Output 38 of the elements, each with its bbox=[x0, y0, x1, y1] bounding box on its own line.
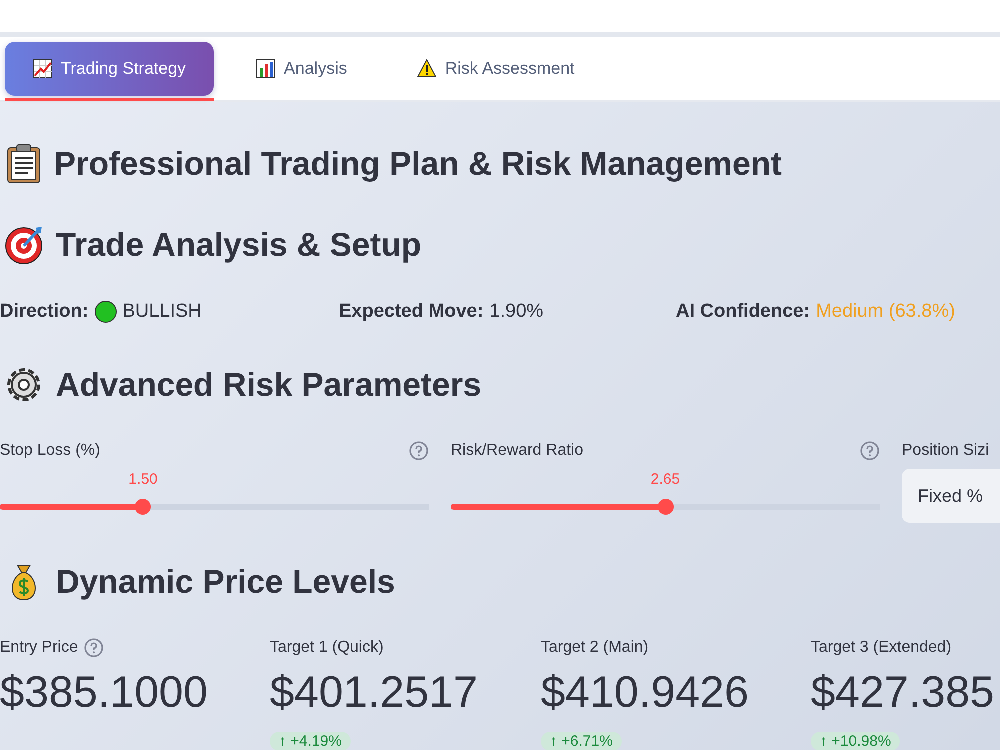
section-heading: Advanced Risk Parameters bbox=[56, 366, 482, 404]
select-field[interactable]: Fixed % bbox=[902, 469, 1000, 523]
price-label: Target 2 (Main) bbox=[541, 639, 649, 657]
change-badge: ↑ +4.19% bbox=[270, 732, 351, 750]
slider-value: 1.50 bbox=[128, 471, 158, 488]
metric-label: AI Confidence: bbox=[676, 301, 810, 323]
slider-thumb[interactable] bbox=[658, 499, 674, 515]
metric-label: Direction: bbox=[0, 301, 89, 323]
page-title: Professional Trading Plan & Risk Management bbox=[54, 145, 782, 183]
bar-chart-icon bbox=[256, 58, 276, 78]
tab[interactable]: Risk Assessment bbox=[389, 42, 603, 96]
chart-icon bbox=[33, 58, 53, 78]
change-badge: ↑ +10.98% bbox=[811, 732, 900, 750]
metric-value: Medium (63.8%) bbox=[816, 301, 956, 323]
change-badge: ↑ +6.71% bbox=[541, 732, 622, 750]
tab[interactable]: Analysis bbox=[228, 42, 376, 96]
help-icon[interactable] bbox=[84, 638, 104, 658]
metric-value: BULLISH bbox=[122, 301, 202, 323]
section-heading: Dynamic Price Levels bbox=[56, 563, 396, 601]
price-label: Entry Price bbox=[0, 639, 78, 657]
slider-label: Risk/Reward Ratio bbox=[451, 442, 584, 460]
price-value: $427.385 bbox=[811, 668, 996, 719]
help-icon[interactable] bbox=[860, 441, 880, 461]
price-label: Target 1 (Quick) bbox=[270, 639, 384, 657]
select-label: Position Sizi bbox=[902, 442, 990, 460]
metric-value: 1.90% bbox=[490, 301, 544, 323]
slider-value: 2.65 bbox=[650, 471, 680, 488]
metric-label: Expected Move: bbox=[339, 301, 484, 323]
target-icon bbox=[4, 225, 44, 265]
price-value: $410.9426 bbox=[541, 668, 750, 719]
slider-thumb[interactable] bbox=[135, 499, 152, 515]
price-value: $385.1000 bbox=[0, 668, 209, 719]
slider-label: Stop Loss (%) bbox=[0, 442, 100, 460]
help-icon[interactable] bbox=[409, 441, 429, 461]
warning-icon bbox=[417, 58, 438, 78]
section-heading: Trade Analysis & Setup bbox=[56, 226, 422, 264]
price-value: $401.2517 bbox=[270, 668, 479, 719]
price-label: Target 3 (Extended) bbox=[811, 639, 952, 657]
